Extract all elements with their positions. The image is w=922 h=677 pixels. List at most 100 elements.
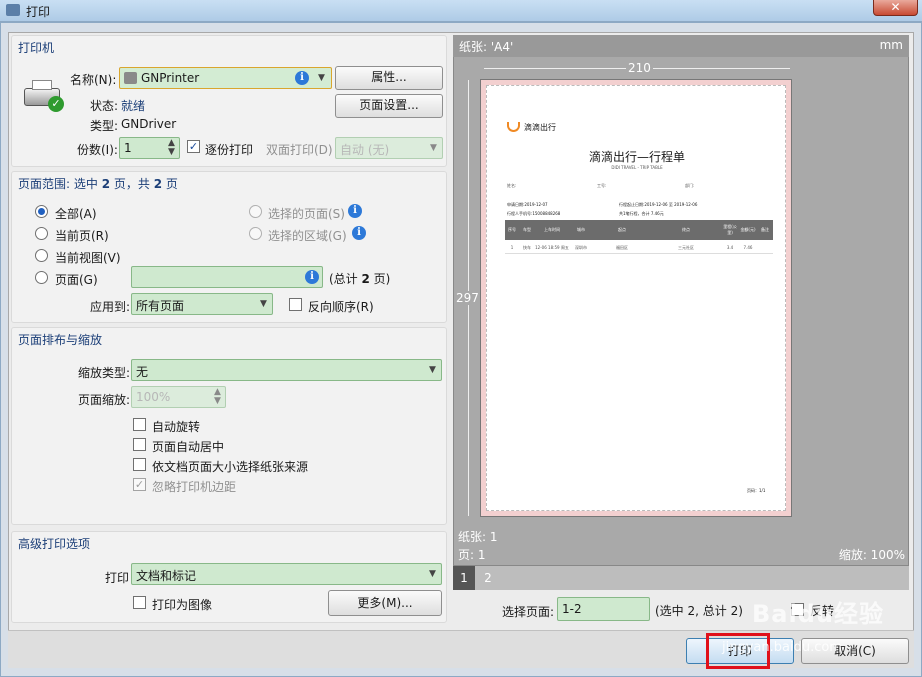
status-label: 状态: bbox=[90, 99, 119, 113]
doc-col-header: 里程(公里) bbox=[723, 224, 737, 235]
pages-input[interactable]: i bbox=[131, 266, 323, 288]
page-setup-button[interactable]: 页面设置... bbox=[335, 94, 443, 118]
preview-paper-count: 纸张: 1 bbox=[458, 530, 498, 544]
apply-to-value: 所有页面 bbox=[136, 299, 185, 313]
doc-page-number: 页码：1/1 bbox=[747, 488, 766, 493]
preview-page-count: 页: 1 bbox=[458, 548, 486, 562]
scale-type-value: 无 bbox=[136, 365, 149, 379]
auto-center-checkbox[interactable] bbox=[133, 438, 146, 451]
apply-to-label: 应用到: bbox=[90, 300, 131, 314]
printer-section-title: 打印机 bbox=[18, 41, 55, 55]
select-pages-label: 选择页面: bbox=[502, 605, 555, 619]
reverse-order-checkbox[interactable] bbox=[289, 298, 302, 311]
copies-stepper[interactable]: 1 ▲ ▼ bbox=[119, 137, 180, 159]
close-button[interactable]: ✕ bbox=[873, 0, 918, 16]
doc-field-name: 姓名: bbox=[507, 183, 517, 188]
ignore-margin-checkbox[interactable]: ✓ bbox=[133, 478, 146, 491]
doc-logo-text: 滴滴出行 bbox=[524, 123, 556, 132]
select-pages-info: (选中 2, 总计 2) bbox=[655, 604, 743, 618]
range-selected-pages-radio[interactable] bbox=[249, 205, 262, 218]
page-scale-stepper[interactable]: 100% ▲ ▼ bbox=[131, 386, 226, 408]
doc-cell: 快车 bbox=[523, 244, 531, 250]
paper-source-label: 依文档页面大小选择纸张来源 bbox=[152, 460, 309, 474]
doc-subtitle: DIDI TRAVEL - TRIP TABLE bbox=[611, 165, 663, 170]
width-dimension: 210 bbox=[626, 61, 653, 75]
info-icon: i bbox=[295, 71, 309, 85]
layout-section: 页面排布与缩放 bbox=[11, 327, 447, 525]
chevron-down-icon: ▼ bbox=[429, 365, 436, 375]
small-printer-icon bbox=[124, 72, 137, 84]
stepper-down-icon[interactable]: ▼ bbox=[214, 396, 221, 406]
print-what-select[interactable]: 文档和标记 ▼ bbox=[131, 563, 442, 585]
page-printable-area: 滴滴出行 滴滴出行—行程单 DIDI TRAVEL - TRIP TABLE 姓… bbox=[486, 85, 786, 511]
printer-icon: ✓ bbox=[20, 80, 66, 114]
stepper-down-icon[interactable]: ▼ bbox=[168, 147, 175, 157]
range-all-radio[interactable] bbox=[35, 205, 48, 218]
auto-rotate-checkbox[interactable] bbox=[133, 418, 146, 431]
doc-col-header: 车型 bbox=[523, 227, 531, 232]
height-dimension: 297 bbox=[456, 291, 479, 305]
duplex-select[interactable]: 自动 (无) ▼ bbox=[335, 137, 443, 159]
doc-line1: 申请日期:2019-12-07 bbox=[507, 202, 548, 207]
paper-source-checkbox[interactable] bbox=[133, 458, 146, 471]
apply-to-select[interactable]: 所有页面 ▼ bbox=[131, 293, 273, 315]
info-icon: i bbox=[352, 226, 366, 240]
total-pages-text: (总计 2 页) bbox=[329, 272, 391, 286]
doc-cell: 7.46 bbox=[743, 245, 753, 250]
doc-cell: 3.4 bbox=[726, 245, 734, 250]
didi-logo-icon bbox=[507, 122, 520, 132]
ignore-margin-label: 忽略打印机边距 bbox=[152, 480, 237, 494]
scale-type-label: 缩放类型: bbox=[78, 366, 131, 380]
doc-col-header: 城市 bbox=[577, 227, 585, 232]
doc-table-header: 序号 车型 上车时间 城市 起点 终点 里程(公里) 金额(元) 备注 bbox=[505, 220, 773, 240]
print-as-image-checkbox[interactable] bbox=[133, 596, 146, 609]
reverse-order-label: 反向顺序(R) bbox=[308, 300, 374, 314]
chevron-down-icon: ▼ bbox=[260, 299, 267, 309]
range-current-radio[interactable] bbox=[35, 227, 48, 240]
preview-header: 纸张: 'A4' mm bbox=[453, 35, 909, 57]
range-pages-radio[interactable] bbox=[35, 271, 48, 284]
doc-col-header: 金额(元) bbox=[740, 227, 756, 232]
printer-name-label: 名称(N): bbox=[70, 73, 117, 87]
status-value: 就绪 bbox=[121, 99, 146, 113]
printer-name-select[interactable]: GNPrinter i ▼ bbox=[119, 67, 332, 89]
chevron-down-icon: ▼ bbox=[318, 73, 325, 83]
doc-col-header: 上车时间 bbox=[544, 227, 560, 232]
doc-field-dept: 部门: bbox=[685, 183, 695, 188]
select-pages-input[interactable]: 1-2 bbox=[557, 597, 650, 621]
doc-line2: 行程起止日期:2019-12-06 至 2019-12-06 bbox=[619, 202, 698, 207]
page-tab-1[interactable]: 1 bbox=[453, 566, 475, 590]
doc-cell: 深圳市 bbox=[575, 244, 587, 250]
type-value: GNDriver bbox=[121, 117, 177, 131]
info-icon: i bbox=[305, 270, 319, 284]
layout-section-title: 页面排布与缩放 bbox=[18, 333, 103, 347]
doc-field-id: 工号: bbox=[597, 183, 607, 188]
chevron-down-icon: ▼ bbox=[429, 569, 436, 579]
doc-line4: 共1笔行程，合计 7.46元 bbox=[619, 211, 664, 216]
range-current-label: 当前页(R) bbox=[55, 229, 109, 243]
print-as-image-label: 打印为图像 bbox=[152, 598, 213, 612]
print-what-label: 打印 bbox=[105, 571, 130, 585]
range-view-label: 当前视图(V) bbox=[55, 251, 121, 265]
doc-cell: 三元社区 bbox=[678, 244, 694, 250]
properties-button[interactable]: 属性... bbox=[335, 66, 443, 90]
doc-col-header: 序号 bbox=[508, 227, 516, 232]
scale-type-select[interactable]: 无 ▼ bbox=[131, 359, 442, 381]
watermark-brand: Baidu经验 bbox=[752, 600, 884, 628]
doc-line3: 行程人手机号:15008848268 bbox=[507, 211, 561, 216]
preview-zoom: 缩放: 100% bbox=[838, 548, 905, 562]
range-view-radio[interactable] bbox=[35, 249, 48, 262]
select-pages-value: 1-2 bbox=[562, 602, 582, 616]
chevron-down-icon: ▼ bbox=[430, 143, 437, 153]
range-pages-label: 页面(G) bbox=[55, 273, 98, 287]
more-button[interactable]: 更多(M)... bbox=[328, 590, 442, 616]
page-tab-2[interactable]: 2 bbox=[477, 566, 499, 590]
collate-checkbox[interactable]: ✓ bbox=[187, 140, 200, 153]
print-what-value: 文档和标记 bbox=[136, 569, 197, 583]
doc-col-header: 备注 bbox=[761, 227, 769, 232]
doc-cell: 1 bbox=[510, 245, 514, 250]
printer-app-icon bbox=[6, 4, 20, 16]
printer-name-value: GNPrinter bbox=[141, 71, 200, 85]
doc-title: 滴滴出行—行程单 bbox=[588, 150, 685, 164]
range-selected-area-radio[interactable] bbox=[249, 227, 262, 240]
